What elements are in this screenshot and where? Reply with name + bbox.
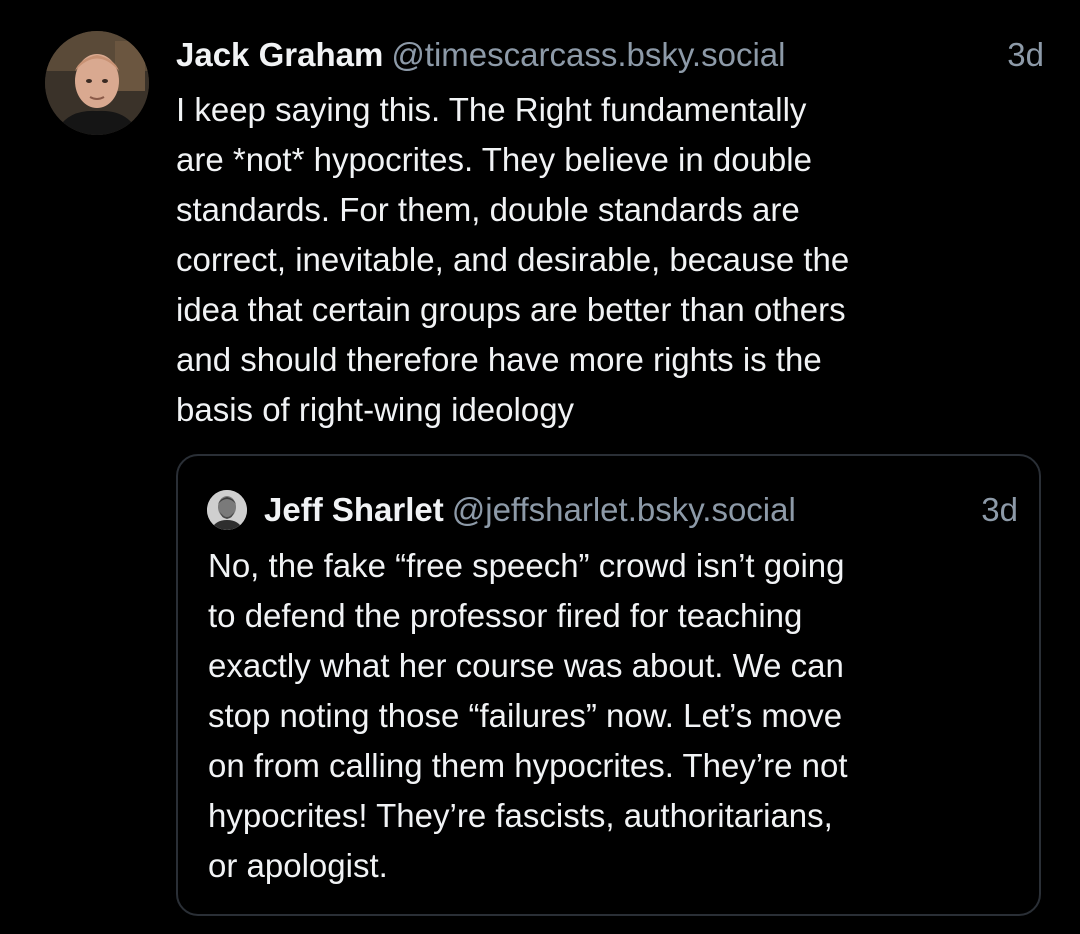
post[interactable]: Jack Graham @timescarcass.bsky.social 3d … bbox=[0, 0, 1080, 934]
author-avatar[interactable] bbox=[45, 31, 149, 135]
quoted-text-line: to defend the professor fired for teachi… bbox=[208, 597, 803, 634]
post-text-line: idea that certain groups are better than… bbox=[176, 291, 846, 328]
post-text-line: basis of right-wing ideology bbox=[176, 391, 575, 428]
post-header: Jack Graham @timescarcass.bsky.social 3d bbox=[176, 30, 1046, 80]
quoted-text-line: No, the fake “free speech” crowd isn’t g… bbox=[208, 547, 845, 584]
quoted-post-body: No, the fake “free speech” crowd isn’t g… bbox=[208, 541, 1028, 891]
quoted-author-avatar[interactable] bbox=[207, 490, 247, 530]
post-text-line: correct, inevitable, and desirable, beca… bbox=[176, 241, 850, 278]
post-text-line: standards. For them, double standards ar… bbox=[176, 191, 800, 228]
quoted-post-header: Jeff Sharlet @jeffsharlet.bsky.social 3d bbox=[264, 485, 1018, 535]
user-avatar-icon bbox=[207, 490, 247, 530]
quoted-author-name[interactable]: Jeff Sharlet bbox=[264, 491, 444, 528]
post-text-line: are *not* hypocrites. They believe in do… bbox=[176, 141, 812, 178]
quoted-text-line: or apologist. bbox=[208, 847, 388, 884]
author-handle[interactable]: @timescarcass.bsky.social bbox=[391, 36, 785, 73]
post-timestamp[interactable]: 3d bbox=[1007, 30, 1044, 80]
quoted-post-timestamp[interactable]: 3d bbox=[981, 485, 1018, 535]
quoted-text-line: exactly what her course was about. We ca… bbox=[208, 647, 844, 684]
quoted-text-line: stop noting those “failures” now. Let’s … bbox=[208, 697, 843, 734]
quoted-text-line: on from calling them hypocrites. They’re… bbox=[208, 747, 848, 784]
user-avatar-icon bbox=[45, 31, 149, 135]
post-text-line: I keep saying this. The Right fundamenta… bbox=[176, 91, 807, 128]
quoted-post[interactable]: Jeff Sharlet @jeffsharlet.bsky.social 3d … bbox=[176, 454, 1041, 916]
post-text-line: and should therefore have more rights is… bbox=[176, 341, 822, 378]
quoted-author-handle[interactable]: @jeffsharlet.bsky.social bbox=[452, 491, 796, 528]
post-body: I keep saying this. The Right fundamenta… bbox=[176, 85, 1036, 435]
quoted-text-line: hypocrites! They’re fascists, authoritar… bbox=[208, 797, 833, 834]
author-name[interactable]: Jack Graham bbox=[176, 36, 383, 73]
